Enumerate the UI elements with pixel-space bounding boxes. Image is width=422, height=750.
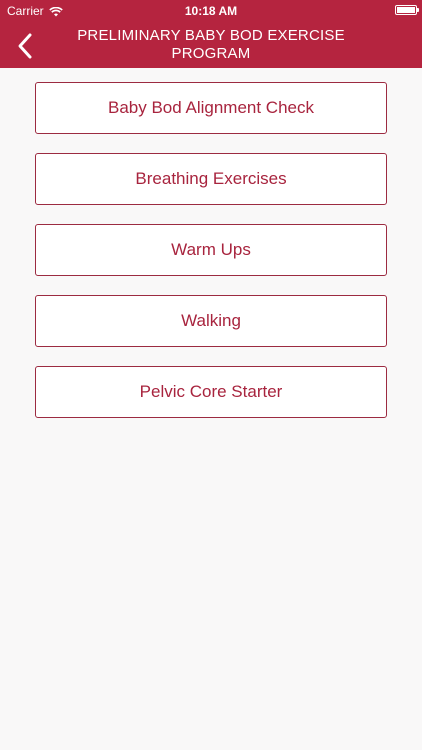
menu-button-label: Baby Bod Alignment Check <box>107 98 314 117</box>
chevron-left-icon <box>12 30 40 62</box>
menu-button-warm-ups[interactable]: Warm Ups <box>35 224 387 276</box>
menu-button-alignment-check[interactable]: Baby Bod Alignment Check <box>35 82 387 134</box>
menu-button-breathing-exercises[interactable]: Breathing Exercises <box>35 153 387 205</box>
status-time: 10:18 AM <box>184 4 238 18</box>
page-title: PRELIMINARY BABY BOD EXERCISE PROGRAM <box>77 27 345 62</box>
app-header: Carrier 10:18 AM PRELIMINARY BABY BOD EX… <box>0 0 422 68</box>
menu-button-walking[interactable]: Walking <box>35 295 387 347</box>
menu-button-label: Warm Ups <box>171 240 251 259</box>
battery-full-icon <box>395 5 419 15</box>
menu-button-pelvic-core-starter[interactable]: Pelvic Core Starter <box>35 366 387 418</box>
menu-button-label: Pelvic Core Starter <box>139 382 283 401</box>
status-bar: Carrier 10:18 AM <box>0 0 422 22</box>
exercise-menu: Baby Bod Alignment Check Breathing Exerc… <box>35 82 387 437</box>
back-button[interactable] <box>12 30 40 62</box>
menu-button-label: Breathing Exercises <box>135 169 287 188</box>
menu-button-label: Walking <box>181 311 241 330</box>
